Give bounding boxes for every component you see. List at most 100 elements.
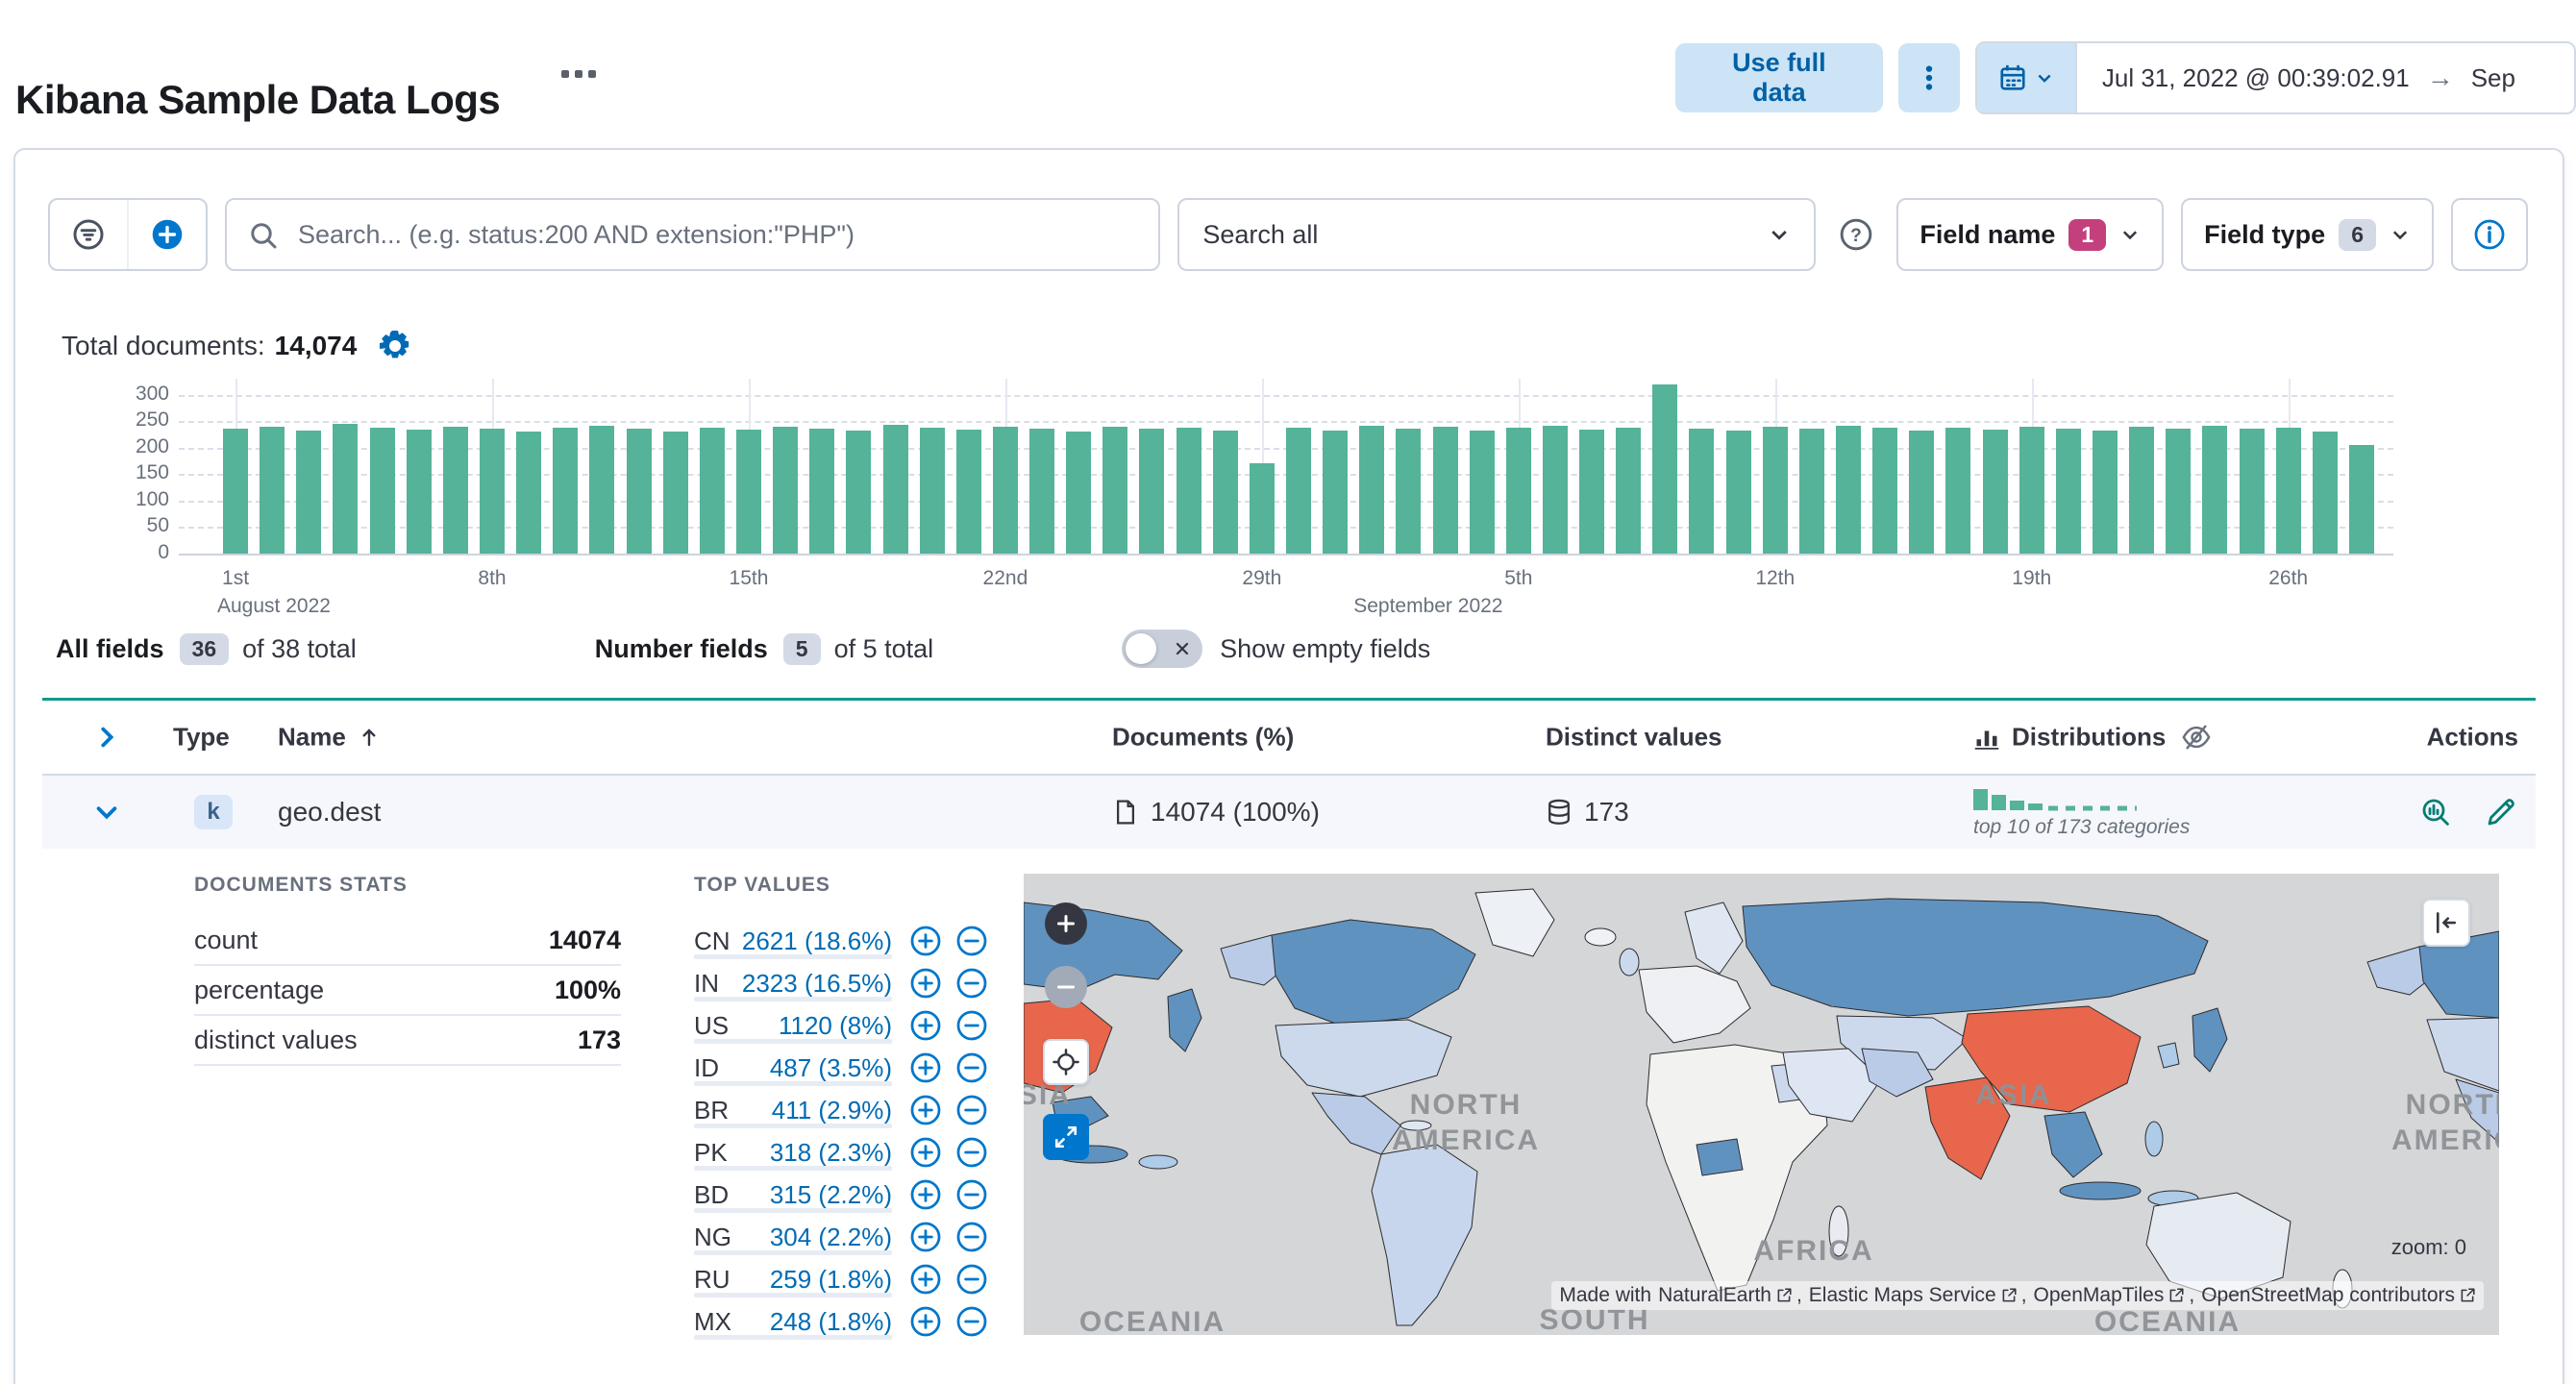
filter-for-value-button[interactable] — [909, 1221, 942, 1253]
world-map[interactable]: NORTH AMERICA NORTH AMERICA ASIA ASIA AF… — [1024, 874, 2499, 1335]
show-empty-fields-toggle[interactable] — [1122, 630, 1203, 668]
filter-out-value-button[interactable] — [955, 1263, 988, 1296]
histogram-bar[interactable] — [1652, 383, 1678, 554]
filter-for-value-button[interactable] — [909, 1178, 942, 1211]
histogram-bar[interactable] — [1798, 429, 1824, 554]
histogram-bar[interactable] — [296, 431, 322, 554]
histogram-bar[interactable] — [735, 429, 761, 554]
top-value-count[interactable]: 2323 (16.5%) — [742, 969, 892, 999]
histogram-bar[interactable] — [1323, 430, 1349, 554]
histogram-bar[interactable] — [626, 429, 652, 554]
field-name-filter-button[interactable]: Field name 1 — [1896, 198, 2165, 271]
histogram-bar[interactable] — [1432, 427, 1458, 554]
histogram-bar[interactable] — [223, 428, 249, 554]
histogram-bar[interactable] — [553, 427, 579, 554]
attribution-link[interactable]: NaturalEarth — [1658, 1284, 1802, 1307]
date-quick-select-button[interactable] — [1976, 43, 2077, 112]
map-zoom-in-button[interactable] — [1045, 902, 1087, 945]
histogram-bar[interactable] — [1762, 427, 1788, 554]
histogram-bar[interactable] — [955, 429, 981, 554]
histogram-bar[interactable] — [589, 425, 615, 554]
top-value-count[interactable]: 2621 (18.6%) — [742, 927, 892, 956]
filter-out-value-button[interactable] — [955, 1051, 988, 1084]
choropleth-map[interactable]: NORTH AMERICA NORTH AMERICA ASIA ASIA AF… — [1024, 874, 2499, 1335]
filter-for-value-button[interactable] — [909, 967, 942, 1000]
filter-out-value-button[interactable] — [955, 1136, 988, 1169]
top-value-count[interactable]: 304 (2.2%) — [770, 1223, 892, 1252]
help-button[interactable]: ? — [1833, 198, 1879, 271]
histogram-bar[interactable] — [2129, 427, 2155, 554]
histogram-bar[interactable] — [2239, 429, 2265, 554]
histogram-bar[interactable] — [2019, 426, 2044, 554]
histogram-bar[interactable] — [1725, 430, 1751, 554]
distribution-mini-chart[interactable] — [1973, 785, 2139, 812]
top-value-count[interactable]: 259 (1.8%) — [770, 1265, 892, 1295]
use-full-data-button[interactable]: Use full data — [1675, 43, 1883, 112]
field-row-geo-dest[interactable]: k geo.dest 14074 (100%) 173 top 10 of 17… — [42, 776, 2536, 849]
filter-out-value-button[interactable] — [955, 1094, 988, 1126]
histogram-bar[interactable] — [1396, 428, 1422, 554]
filter-for-value-button[interactable] — [909, 1051, 942, 1084]
th-type[interactable]: Type — [173, 723, 230, 753]
histogram-bar[interactable] — [1139, 429, 1165, 554]
histogram-bar[interactable] — [1249, 463, 1275, 554]
histogram-bar[interactable] — [1176, 427, 1201, 554]
histogram-bar[interactable] — [1836, 426, 1862, 554]
hide-distributions-button[interactable] — [2182, 723, 2211, 752]
histogram-bar[interactable] — [919, 428, 945, 554]
histogram-bar[interactable] — [1616, 427, 1642, 554]
more-options-button[interactable] — [1897, 43, 1960, 112]
histogram-bar[interactable] — [1505, 428, 1531, 554]
page-options-button[interactable] — [556, 69, 602, 79]
histogram-bar[interactable] — [1066, 431, 1092, 554]
top-value-count[interactable]: 1120 (8%) — [779, 1011, 892, 1041]
histogram-bar[interactable] — [1212, 431, 1238, 554]
histogram-bar[interactable] — [2055, 428, 2081, 554]
histogram-bar[interactable] — [1909, 431, 1935, 554]
th-documents[interactable]: Documents (%) — [1112, 723, 1294, 753]
histogram-bar[interactable] — [1579, 429, 1605, 554]
top-value-count[interactable]: 248 (1.8%) — [770, 1307, 892, 1337]
map-legend-toggle-button[interactable] — [2422, 899, 2470, 947]
histogram-bar[interactable] — [406, 429, 432, 554]
explore-in-lens-button[interactable] — [2420, 797, 2451, 828]
top-value-count[interactable]: 315 (2.2%) — [770, 1180, 892, 1210]
histogram-bar[interactable] — [480, 428, 506, 554]
histogram-bar[interactable] — [846, 431, 872, 554]
saved-query-menu-button[interactable] — [50, 200, 127, 269]
histogram-bar[interactable] — [369, 427, 395, 554]
histogram-bar[interactable] — [442, 426, 468, 554]
histogram-bar[interactable] — [1689, 428, 1715, 554]
filter-for-value-button[interactable] — [909, 1136, 942, 1169]
date-end-button[interactable]: Sep — [2471, 63, 2515, 93]
filter-for-value-button[interactable] — [909, 1009, 942, 1042]
histogram-bar[interactable] — [1029, 428, 1055, 554]
date-start-button[interactable]: Jul 31, 2022 @ 00:39:02.91 — [2102, 63, 2410, 93]
map-expand-button[interactable] — [1043, 1114, 1089, 1160]
filter-out-value-button[interactable] — [955, 1305, 988, 1338]
attribution-link[interactable]: OpenStreetMap contributors — [2201, 1284, 2476, 1307]
histogram-bar[interactable] — [2348, 444, 2374, 554]
filter-out-value-button[interactable] — [955, 967, 988, 1000]
histogram-bar[interactable] — [1872, 428, 1898, 554]
chart-settings-button[interactable] — [374, 330, 416, 362]
th-distinct-values[interactable]: Distinct values — [1546, 723, 1722, 753]
map-locate-button[interactable] — [1043, 1039, 1089, 1085]
histogram-bar[interactable] — [992, 427, 1018, 554]
expand-all-button[interactable] — [92, 723, 121, 752]
histogram-bar[interactable] — [2166, 428, 2192, 554]
field-type-filter-button[interactable]: Field type 6 — [2181, 198, 2434, 271]
histogram-bar[interactable] — [2202, 425, 2228, 554]
histogram-bar[interactable] — [260, 426, 285, 554]
collapse-row-button[interactable] — [92, 798, 121, 827]
histogram-bar[interactable] — [1982, 429, 2008, 554]
histogram-bar[interactable] — [699, 427, 725, 554]
histogram-bar[interactable] — [1945, 427, 1971, 554]
attribution-link[interactable]: Elastic Maps Service — [1809, 1284, 2027, 1307]
histogram-bar[interactable] — [516, 431, 542, 554]
th-name[interactable]: Name — [278, 723, 381, 753]
histogram-bar[interactable] — [773, 426, 799, 554]
edit-field-button[interactable] — [2486, 797, 2516, 828]
top-value-count[interactable]: 487 (3.5%) — [770, 1053, 892, 1083]
histogram-bar[interactable] — [882, 424, 908, 554]
